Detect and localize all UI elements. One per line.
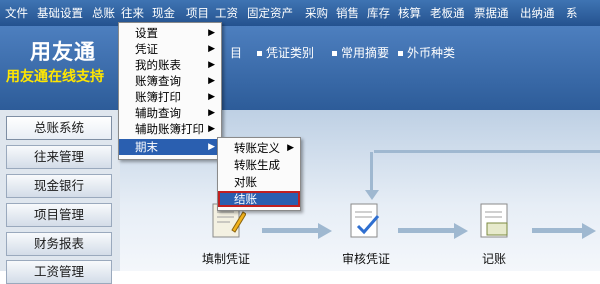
tab-subject[interactable]: 目 (230, 44, 242, 61)
flow-connector (398, 228, 456, 233)
chevron-right-icon: ▶ (208, 44, 215, 54)
chevron-right-icon: ▶ (208, 76, 215, 86)
brand-subtitle: 用友通在线支持 (6, 69, 104, 85)
menu-item-transfer-define[interactable]: 转账定义 ▶ (218, 140, 300, 156)
menu-item-voucher[interactable]: 凭证 ▶ (119, 41, 221, 57)
arrow-right-icon (318, 223, 332, 239)
sidebar: 总账系统 往来管理 现金银行 项目管理 财务报表 工资管理 (0, 110, 120, 284)
menu-bar: 文件 基础设置 总账 往来 现金 项目 工资 固定资产 采购 销售 库存 核算 … (0, 0, 600, 26)
arrow-down-icon (365, 190, 379, 200)
period-end-submenu: 转账定义 ▶ 转账生成 对账 结账 (217, 137, 301, 211)
sidebar-item-general-ledger[interactable]: 总账系统 (6, 116, 112, 140)
menu-item-close-books[interactable]: 结账 (218, 191, 300, 207)
flow-connector (374, 150, 600, 153)
chevron-right-icon: ▶ (208, 28, 215, 38)
chevron-right-icon: ▶ (208, 60, 215, 70)
chevron-right-icon: ▶ (208, 142, 215, 152)
menu-project[interactable]: 项目 (186, 5, 209, 21)
menu-item-my-reports[interactable]: 我的账表 ▶ (119, 57, 221, 73)
menu-cashier[interactable]: 出纳通 (520, 5, 555, 21)
menu-item-aux-ledger-print[interactable]: 辅助账簿打印 ▶ (119, 121, 221, 137)
menu-fixed-assets[interactable]: 固定资产 (247, 5, 293, 21)
menu-boss[interactable]: 老板通 (430, 5, 465, 21)
flow-label-fill-voucher: 填制凭证 (202, 252, 251, 266)
review-voucher-icon[interactable] (348, 200, 384, 240)
bullet-icon (257, 51, 262, 56)
arrow-right-icon (582, 223, 596, 239)
menu-purchasing[interactable]: 采购 (305, 5, 328, 21)
chevron-right-icon: ▶ (208, 108, 215, 118)
menu-inventory[interactable]: 库存 (367, 5, 390, 21)
menu-receivables[interactable]: 往来 (121, 5, 144, 21)
menu-basic-settings[interactable]: 基础设置 (37, 5, 83, 21)
menu-cash[interactable]: 现金 (152, 5, 175, 21)
menu-item-transfer-generate[interactable]: 转账生成 (218, 157, 300, 173)
bullet-icon (332, 51, 337, 56)
flow-label-post-ledger: 记账 (482, 252, 507, 266)
chevron-right-icon: ▶ (208, 124, 215, 134)
general-ledger-menu: 设置 ▶ 凭证 ▶ 我的账表 ▶ 账簿查询 ▶ 账簿打印 ▶ 辅助查询 ▶ 辅助账簿打印 ▶ … (118, 22, 222, 160)
menu-item-reconcile[interactable]: 对账 (218, 174, 300, 190)
menu-sales[interactable]: 销售 (336, 5, 359, 21)
sidebar-item-payroll[interactable]: 工资管理 (6, 260, 112, 284)
menu-item-period-end[interactable]: 期末 ▶ (119, 139, 221, 155)
chevron-right-icon: ▶ (208, 92, 215, 102)
bullet-icon (398, 51, 403, 56)
menu-item-ledger-print[interactable]: 账簿打印 ▶ (119, 89, 221, 105)
brand-title: 用友通 (30, 40, 96, 64)
tab-common-summary[interactable]: 常用摘要 (332, 44, 389, 61)
tab-currency[interactable]: 外币种类 (398, 44, 455, 61)
arrow-right-icon (454, 223, 468, 239)
flow-connector (370, 152, 373, 192)
menu-general-ledger[interactable]: 总账 (92, 5, 115, 21)
menu-payroll[interactable]: 工资 (215, 5, 238, 21)
tab-voucher-type[interactable]: 凭证类别 (257, 44, 314, 61)
chevron-right-icon: ▶ (287, 143, 294, 153)
flow-connector (532, 228, 584, 233)
sidebar-item-receivables[interactable]: 往来管理 (6, 145, 112, 169)
menu-accounting[interactable]: 核算 (398, 5, 421, 21)
sidebar-item-cash-bank[interactable]: 现金银行 (6, 174, 112, 198)
menu-system[interactable]: 系 (566, 5, 578, 21)
flow-connector (262, 228, 320, 233)
menu-file[interactable]: 文件 (5, 5, 28, 21)
post-ledger-icon[interactable] (478, 200, 514, 240)
sidebar-item-projects[interactable]: 项目管理 (6, 203, 112, 227)
sidebar-item-reports[interactable]: 财务报表 (6, 232, 112, 256)
menu-bills[interactable]: 票据通 (474, 5, 509, 21)
menu-item-ledger-query[interactable]: 账簿查询 ▶ (119, 73, 221, 89)
menu-item-settings[interactable]: 设置 ▶ (119, 25, 221, 41)
flow-label-review-voucher: 审核凭证 (342, 252, 391, 266)
menu-item-aux-query[interactable]: 辅助查询 ▶ (119, 105, 221, 121)
